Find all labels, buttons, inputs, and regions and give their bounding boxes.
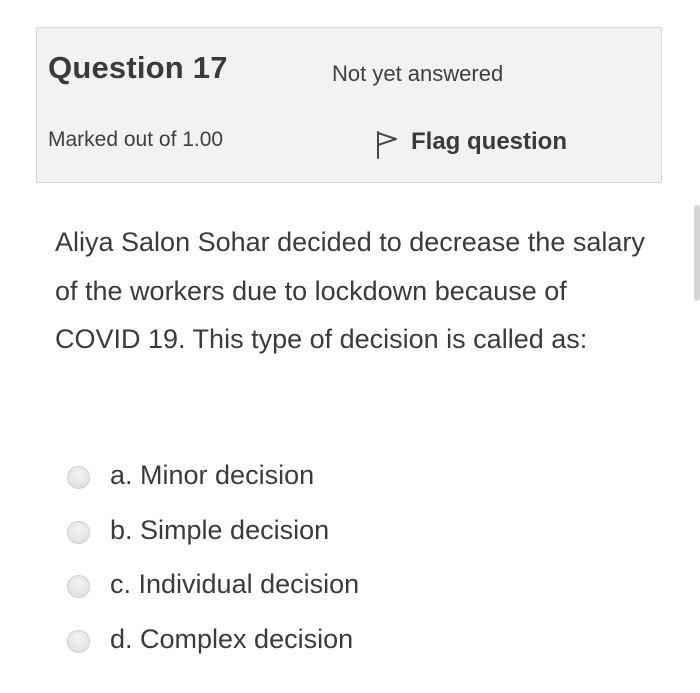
radio-button[interactable] <box>67 465 90 489</box>
answer-label: a. Minor decision <box>110 459 315 490</box>
flag-question-label: Flag question <box>411 128 567 155</box>
question-state: Not yet answered <box>332 61 504 86</box>
answer-label: d. Complex decision <box>110 623 354 654</box>
scrollbar[interactable] <box>694 205 700 301</box>
flag-icon <box>377 131 397 159</box>
question-grade: Marked out of 1.00 <box>48 128 224 151</box>
question-info-panel: Question 17 Not yet answered Marked out … <box>36 27 662 183</box>
answer-label: c. Individual decision <box>110 569 360 600</box>
answer-option-a[interactable]: a. Minor decision <box>67 448 359 503</box>
answer-option-b[interactable]: b. Simple decision <box>67 503 359 558</box>
answer-option-c[interactable]: c. Individual decision <box>67 557 359 612</box>
radio-button[interactable] <box>67 575 90 599</box>
question-number: Question 17 <box>48 50 228 85</box>
answer-list: a. Minor decision b. Simple decision c. … <box>67 448 359 667</box>
answer-label: b. Simple decision <box>110 514 330 545</box>
flag-question-button[interactable]: Flag question <box>375 124 567 160</box>
radio-button[interactable] <box>67 520 90 544</box>
answer-option-d[interactable]: d. Complex decision <box>67 612 359 667</box>
radio-button[interactable] <box>67 629 90 653</box>
quiz-page: Question 17 Not yet answered Marked out … <box>0 0 700 693</box>
question-text: Aliya Salon Sohar decided to decrease th… <box>55 227 645 354</box>
